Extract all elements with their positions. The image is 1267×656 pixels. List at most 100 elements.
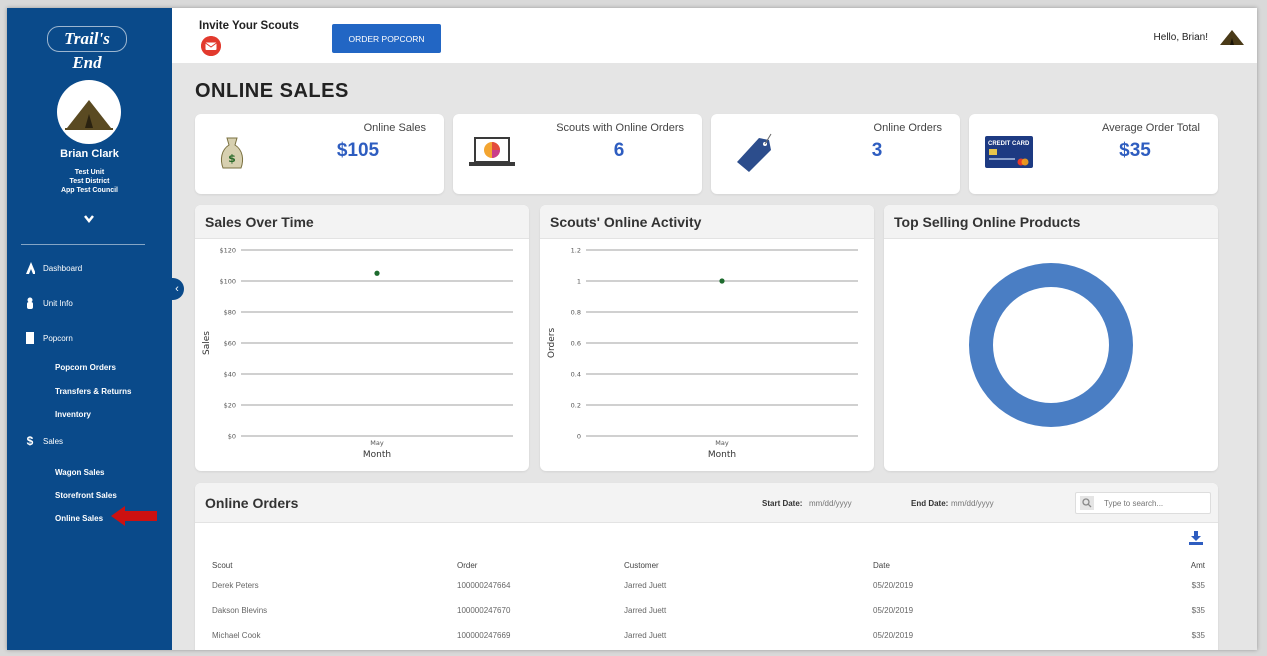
y-tick-label: $40 <box>224 371 236 379</box>
y-axis-title: Sales <box>202 331 212 355</box>
y-tick-label: $0 <box>228 433 236 441</box>
top-products-donut-chart <box>969 263 1133 427</box>
council-name: App Test Council <box>60 187 119 194</box>
top-products-panel: Top Selling Online Products <box>884 205 1218 471</box>
y-tick-label: $20 <box>224 402 236 410</box>
svg-text:$: $ <box>228 152 236 165</box>
nav-sales[interactable]: $ Sales <box>25 434 64 448</box>
end-date-input[interactable] <box>951 495 1021 511</box>
dollar-icon: $ <box>26 434 34 448</box>
credit-card-text: CREDIT CARD <box>988 141 1030 147</box>
nav-unit-info[interactable]: Unit Info <box>25 297 73 309</box>
stat-card-online-sales: $ Online Sales $105 <box>195 114 444 194</box>
column-header-customer[interactable]: Customer <box>624 561 659 570</box>
orders-title: Online Orders <box>205 495 299 511</box>
panel-title: Sales Over Time <box>205 214 314 230</box>
nav-dashboard[interactable]: Dashboard <box>25 262 82 274</box>
topbar: Invite Your Scouts ORDER POPCORN Hello, … <box>172 8 1257 63</box>
tent-icon <box>65 100 113 130</box>
sales-over-time-panel: Sales Over Time $0 $20 $40 $60 $80 $100 $120 Ma… <box>195 205 529 471</box>
nav-online-sales[interactable]: Online Sales <box>55 514 103 523</box>
stat-card-online-orders: Online Orders 3 <box>711 114 960 194</box>
scout-emblem-icon <box>25 262 35 274</box>
nav-popcorn-orders[interactable]: Popcorn Orders <box>55 363 116 372</box>
y-tick-label: $100 <box>219 278 236 286</box>
nav-unit-info-label: Unit Info <box>43 298 73 308</box>
nav-inventory[interactable]: Inventory <box>55 410 91 419</box>
sidebar-collapse-button[interactable]: ‹ <box>170 278 184 300</box>
avatar <box>57 80 121 144</box>
y-tick-label: 1.2 <box>571 247 581 255</box>
nav-transfers-returns[interactable]: Transfers & Returns <box>55 387 131 396</box>
y-tick-label: 1 <box>577 278 581 286</box>
panel-header: Sales Over Time <box>195 205 529 239</box>
cell-customer: Jarred Juett <box>624 581 667 590</box>
search-box[interactable] <box>1075 492 1211 514</box>
mail-icon[interactable] <box>201 36 221 56</box>
search-icon[interactable] <box>1080 496 1094 510</box>
cell-amt: $35 <box>1191 606 1205 615</box>
district-name: Test District <box>69 178 110 185</box>
start-date-label: Start Date: <box>762 499 803 508</box>
cell-date: 05/20/2019 <box>873 631 914 640</box>
cell-scout: Derek Peters <box>212 581 259 590</box>
cell-amt: $35 <box>1191 631 1205 640</box>
nav-sales-label: Sales <box>43 436 64 446</box>
panel-title: Top Selling Online Products <box>894 214 1081 230</box>
stat-label: Average Order Total <box>1101 122 1200 134</box>
search-input[interactable] <box>1104 496 1204 511</box>
invite-scouts-label[interactable]: Invite Your Scouts <box>199 20 299 32</box>
nav-popcorn-label: Popcorn <box>43 333 73 343</box>
stat-value: $105 <box>336 140 380 161</box>
start-date-input[interactable] <box>809 495 879 511</box>
cell-scout: Michael Cook <box>212 631 261 640</box>
y-tick-label: 0.6 <box>571 340 581 348</box>
y-tick-label: 0.4 <box>571 371 581 379</box>
money-bag-icon: $ <box>220 137 244 169</box>
cell-amt: $35 <box>1191 581 1205 590</box>
y-tick-label: $80 <box>224 309 236 317</box>
data-point[interactable] <box>374 270 380 276</box>
sidebar-divider <box>21 244 145 245</box>
y-tick-label: 0.8 <box>571 309 581 317</box>
stat-label: Online Sales <box>363 122 426 134</box>
stat-value: 3 <box>871 140 883 161</box>
cell-date: 05/20/2019 <box>873 581 914 590</box>
column-header-scout[interactable]: Scout <box>212 561 232 570</box>
donut-slice[interactable] <box>969 263 1133 427</box>
column-header-order[interactable]: Order <box>457 561 477 570</box>
y-tick-label: 0.2 <box>571 402 581 410</box>
user-menu-tent-icon[interactable] <box>1219 28 1245 46</box>
cell-customer: Jarred Juett <box>624 606 667 615</box>
stat-label: Online Orders <box>873 122 942 134</box>
greeting: Hello, Brian! <box>1153 32 1208 43</box>
stat-label: Scouts with Online Orders <box>556 122 684 134</box>
nav-storefront-sales[interactable]: Storefront Sales <box>55 491 117 500</box>
nav-wagon-sales[interactable]: Wagon Sales <box>55 468 105 477</box>
column-header-date[interactable]: Date <box>873 561 890 570</box>
chevron-down-icon[interactable] <box>79 212 99 226</box>
x-tick-label: May <box>715 439 729 447</box>
data-point[interactable] <box>719 278 725 284</box>
user-name: Brian Clark <box>60 148 119 160</box>
nav-dashboard-label: Dashboard <box>43 263 83 273</box>
panel-header: Top Selling Online Products <box>884 205 1218 239</box>
scouts-activity-panel: Scouts' Online Activity 0 0.2 0.4 0.6 0.8 1 1.… <box>540 205 874 471</box>
y-tick-label: $120 <box>219 247 236 255</box>
app-window: Trail's End Brian Clark Test Unit Test D… <box>7 8 1257 650</box>
download-icon[interactable] <box>1189 531 1203 545</box>
trails-end-logo[interactable]: Trail's End <box>47 26 127 72</box>
cell-order: 100000247669 <box>457 631 511 640</box>
red-arrow-icon <box>111 506 157 526</box>
popcorn-bag-icon <box>25 332 35 344</box>
nav-popcorn[interactable]: Popcorn <box>25 332 73 344</box>
stat-card-average-order: CREDIT CARD Average Order Total $35 <box>969 114 1218 194</box>
order-popcorn-button[interactable]: ORDER POPCORN <box>332 24 441 53</box>
column-header-amt[interactable]: Amt <box>1191 561 1205 570</box>
cell-date: 05/20/2019 <box>873 606 914 615</box>
y-axis-title: Orders <box>547 328 557 359</box>
credit-card-icon: CREDIT CARD <box>985 136 1033 168</box>
panel-title: Scouts' Online Activity <box>550 214 702 230</box>
x-axis-title: Month <box>708 450 736 460</box>
stat-card-scouts-online: Scouts with Online Orders 6 <box>453 114 702 194</box>
